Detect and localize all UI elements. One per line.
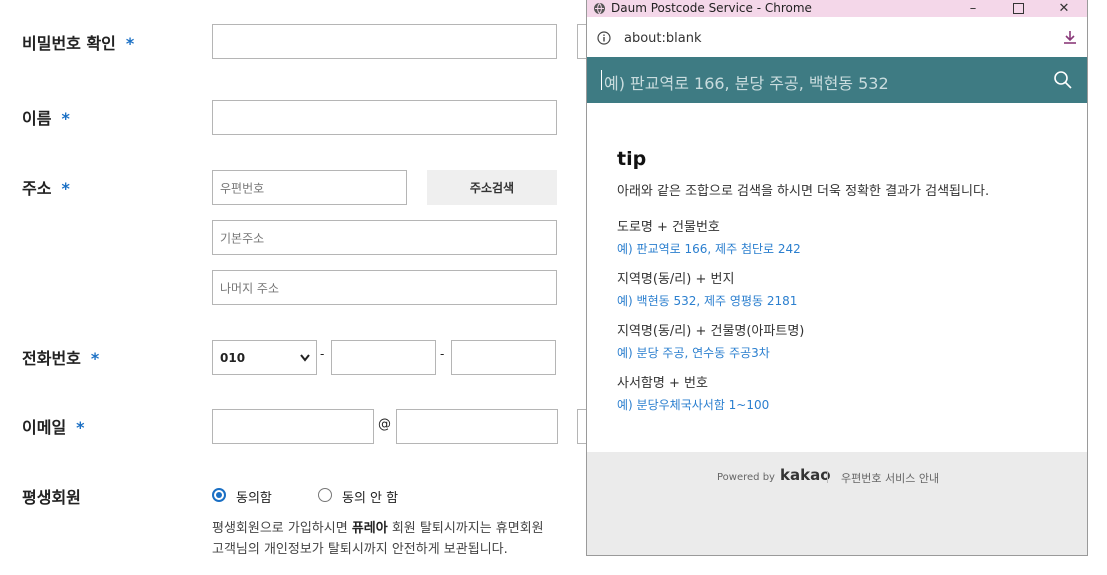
- tip-example: 예) 분당 주공, 연수동 주공3차: [617, 346, 770, 360]
- powered-by-text: Powered by: [717, 472, 775, 483]
- disagree-option-label[interactable]: 동의 안 함: [342, 487, 398, 506]
- basic-address-input[interactable]: 기본주소: [212, 220, 557, 255]
- phone-prefix-value: 010: [220, 350, 246, 365]
- address-search-button[interactable]: 주소검색: [427, 170, 557, 205]
- email-at-sign: @: [378, 417, 391, 432]
- minimize-icon: –: [969, 1, 977, 16]
- minimize-button[interactable]: –: [953, 0, 993, 17]
- required-mark: *: [61, 179, 70, 198]
- service-guide-link[interactable]: 우편번호 서비스 안내: [841, 470, 939, 486]
- address-row-label: 주소 *: [22, 175, 70, 199]
- password-confirm-label: 비밀번호 확인: [22, 34, 116, 53]
- search-placeholder: 예) 판교역로 166, 분당 주공, 백현동 532: [604, 74, 889, 93]
- password-confirm-row-label: 비밀번호 확인 *: [22, 30, 134, 54]
- window-titlebar[interactable]: Daum Postcode Service - Chrome – ✕: [587, 0, 1087, 17]
- required-mark: *: [76, 418, 85, 437]
- address-bar: about:blank: [587, 17, 1087, 57]
- required-mark: *: [90, 349, 100, 368]
- name-label: 이름: [22, 109, 52, 128]
- maximize-icon: [1012, 3, 1024, 14]
- lifetime-member-label: 평생회원: [22, 488, 81, 507]
- close-icon: ✕: [1058, 1, 1070, 16]
- basic-address-placeholder: 기본주소: [220, 231, 265, 245]
- tip-example: 예) 백현동 532, 제주 영평동 2181: [617, 294, 798, 308]
- tip-heading: 지역명(동/리) + 번지: [617, 272, 735, 287]
- tip-description: 아래와 같은 조합으로 검색을 하시면 더욱 정확한 결과가 검색됩니다.: [617, 184, 990, 199]
- name-input[interactable]: [212, 100, 557, 135]
- url-text[interactable]: about:blank: [624, 31, 702, 46]
- brand-name: 퓨레아: [351, 521, 388, 536]
- tip-heading: 지역명(동/리) + 건물명(아파트명): [617, 324, 805, 339]
- window-title: Daum Postcode Service - Chrome: [611, 1, 812, 15]
- phone-prefix-select[interactable]: 010: [212, 340, 317, 375]
- maximize-button[interactable]: [998, 0, 1038, 17]
- download-icon[interactable]: [1061, 29, 1079, 47]
- phone-row-label: 전화번호 *: [22, 345, 99, 369]
- email-domain-input[interactable]: [396, 409, 558, 444]
- postcode-search-bar[interactable]: 예) 판교역로 166, 분당 주공, 백현동 532: [587, 57, 1087, 103]
- name-row-label: 이름 *: [22, 105, 70, 129]
- required-mark: *: [61, 109, 70, 128]
- disagree-radio[interactable]: [318, 488, 332, 502]
- phone-middle-input[interactable]: [331, 340, 436, 375]
- tip-example: 예) 판교역로 166, 제주 첨단로 242: [617, 242, 801, 256]
- agree-radio[interactable]: [212, 488, 226, 502]
- lifetime-description-line1: 평생회원으로 가입하시면 퓨레아 회원 탈퇴시까지는 휴면회원: [212, 517, 544, 536]
- close-button[interactable]: ✕: [1044, 0, 1084, 17]
- required-mark: *: [125, 34, 135, 53]
- postcode-input[interactable]: 우편번호: [212, 170, 407, 205]
- tip-example: 예) 분당우체국사서함 1~100: [617, 398, 770, 412]
- phone-label: 전화번호: [22, 349, 81, 368]
- phone-separator: -: [440, 347, 445, 361]
- detail-address-input[interactable]: 나머지 주소: [212, 270, 557, 305]
- info-icon[interactable]: [597, 31, 611, 45]
- lifetime-description-line2: 고객님의 개인정보가 탈퇴시까지 안전하게 보관됩니다.: [212, 542, 508, 557]
- detail-address-placeholder: 나머지 주소: [220, 281, 280, 295]
- chevron-down-icon: [300, 354, 310, 362]
- email-row-label: 이메일 *: [22, 414, 85, 438]
- email-label: 이메일: [22, 418, 67, 437]
- tip-heading: 도로명 + 건물번호: [617, 220, 720, 235]
- text-cursor: [601, 70, 602, 90]
- kakao-logo[interactable]: kakao: [780, 466, 831, 484]
- phone-separator: -: [320, 347, 325, 361]
- search-icon[interactable]: [1053, 70, 1073, 90]
- tip-title: tip: [617, 148, 647, 170]
- address-label: 주소: [22, 179, 52, 198]
- desc-text: 회원 탈퇴시까지는 휴면회원: [387, 521, 544, 536]
- footer-divider: [827, 471, 828, 483]
- password-confirm-input[interactable]: [212, 24, 557, 59]
- popup-footer: Powered by kakao 우편번호 서비스 안내: [587, 452, 1087, 555]
- desc-text: 평생회원으로 가입하시면: [212, 521, 352, 536]
- postcode-popup-window: Daum Postcode Service - Chrome – ✕ about…: [586, 0, 1088, 556]
- postcode-placeholder: 우편번호: [220, 181, 265, 195]
- chrome-globe-icon: [594, 3, 605, 15]
- phone-last-input[interactable]: [451, 340, 556, 375]
- email-id-input[interactable]: [212, 409, 374, 444]
- agree-option-label[interactable]: 동의함: [236, 487, 272, 506]
- tip-heading: 사서함명 + 번호: [617, 376, 708, 391]
